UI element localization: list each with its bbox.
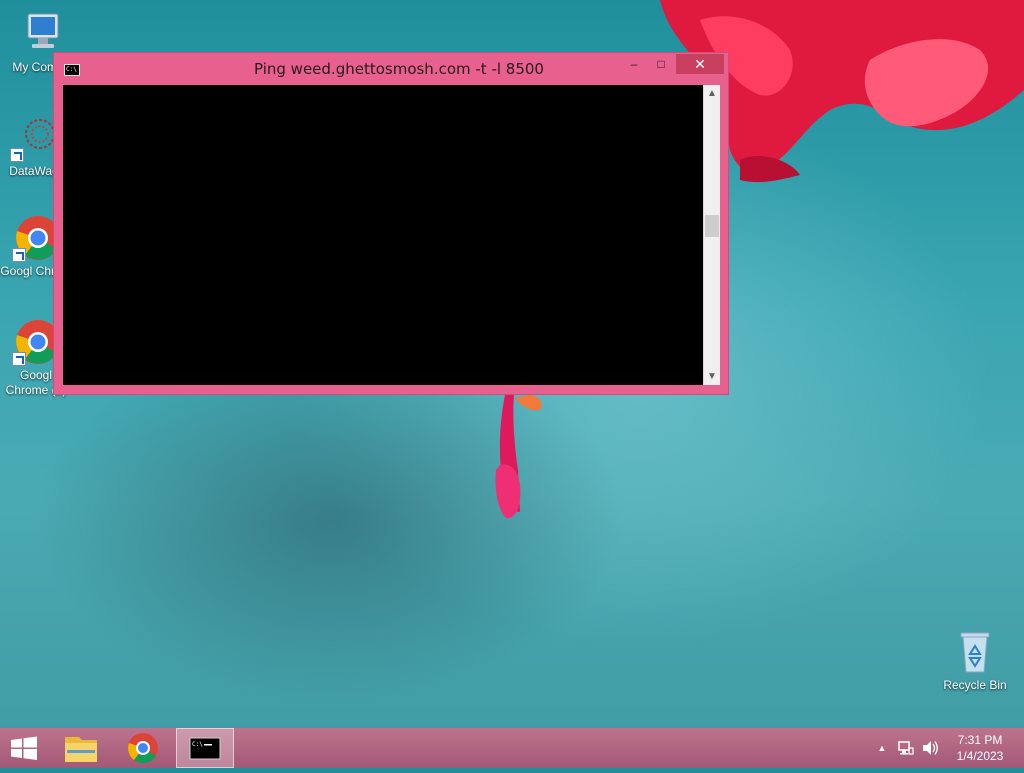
clock-time: 7:31 PM [957, 733, 1003, 747]
shortcut-arrow-icon [10, 148, 24, 162]
recycle-bin-icon [951, 628, 999, 676]
show-hidden-icons-arrow-icon[interactable]: ▲ [875, 728, 889, 768]
taskbar-file-explorer[interactable] [53, 728, 109, 768]
desktop-icon-label: Recycle Bin [943, 678, 1007, 692]
computer-icon [14, 10, 62, 58]
windows-logo-icon [11, 736, 37, 760]
start-button[interactable] [0, 728, 48, 768]
scrollbar-thumb[interactable] [705, 215, 719, 237]
minimize-button[interactable]: – [621, 54, 647, 74]
scroll-up-arrow-icon[interactable]: ▲ [704, 85, 720, 102]
command-prompt-icon: C:\ [189, 737, 221, 760]
taskbar: C:\ ▲ 7:31 PM 1/4/2023 [0, 728, 1024, 768]
vertical-scrollbar[interactable]: ▲ ▼ [703, 85, 720, 385]
file-explorer-icon [65, 737, 97, 762]
window-titlebar[interactable]: C:\ Ping weed.ghettosmosh.com -t -l 8500… [54, 53, 728, 85]
desktop-icon-label: DataWag [9, 164, 59, 178]
svg-text:C:\: C:\ [192, 741, 203, 748]
console-window[interactable]: C:\ Ping weed.ghettosmosh.com -t -l 8500… [53, 52, 729, 395]
desktop-icon-recycle-bin[interactable]: Recycle Bin [937, 628, 1013, 693]
datawag-icon [10, 114, 58, 162]
shortcut-arrow-icon [12, 248, 26, 262]
chrome-icon [128, 733, 158, 764]
taskbar-chrome[interactable] [115, 728, 171, 768]
clock-date: 1/4/2023 [956, 749, 1004, 763]
close-button[interactable]: ✕ [676, 54, 724, 74]
network-icon[interactable] [897, 728, 915, 768]
volume-icon[interactable] [920, 728, 940, 768]
maximize-button[interactable]: □ [648, 54, 674, 74]
taskbar-clock[interactable]: 7:31 PM 1/4/2023 [940, 732, 1020, 764]
console-output-area[interactable] [63, 85, 703, 385]
taskbar-command-prompt[interactable]: C:\ [176, 728, 234, 768]
scroll-down-arrow-icon[interactable]: ▼ [704, 368, 720, 385]
shortcut-arrow-icon [12, 352, 26, 366]
